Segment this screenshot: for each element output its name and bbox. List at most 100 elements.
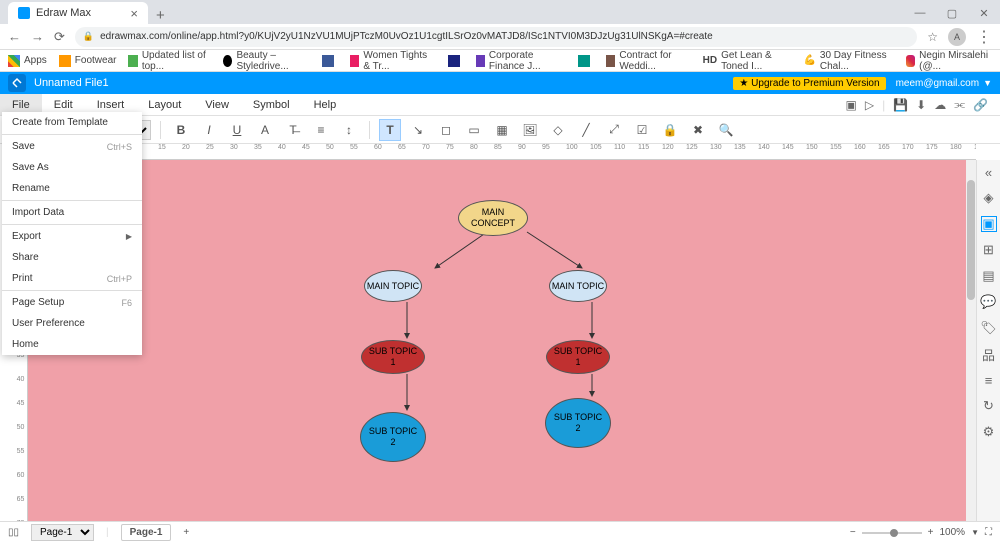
bookmark-item[interactable]: Women Tights & Tr...	[350, 50, 436, 72]
close-button[interactable]: ✕	[968, 2, 1000, 24]
maximize-button[interactable]: ▢	[936, 2, 968, 24]
font-color-button[interactable]: A	[254, 119, 276, 141]
new-tab-button[interactable]: +	[148, 7, 173, 24]
zoom-level[interactable]: 100%	[940, 527, 966, 538]
style-icon[interactable]: ◈	[981, 190, 997, 206]
spacing-button[interactable]: ↕	[338, 119, 360, 141]
search-icon[interactable]: 🔍	[715, 119, 737, 141]
panels-icon[interactable]: ▯▯	[8, 527, 19, 538]
connector-tool[interactable]: ↘	[407, 119, 429, 141]
chevron-down-icon[interactable]: ▼	[983, 78, 992, 88]
strikethrough-button[interactable]: T̶	[282, 119, 304, 141]
menu-layout[interactable]: Layout	[136, 94, 193, 115]
node-main-concept[interactable]: MAIN CONCEPT	[458, 200, 528, 236]
image-tool[interactable]: 🖼	[519, 119, 541, 141]
file-save[interactable]: SaveCtrl+S	[2, 136, 142, 157]
node-sub1-left[interactable]: SUB TOPIC1	[361, 340, 425, 374]
node-main-topic-left[interactable]: MAIN TOPIC	[364, 270, 422, 302]
zoom-out-button[interactable]: −	[850, 527, 856, 538]
menu-help[interactable]: Help	[302, 94, 349, 115]
node-sub2-left[interactable]: SUB TOPIC2	[360, 412, 426, 462]
file-home[interactable]: Home	[2, 334, 142, 355]
bookmark-item[interactable]: Footwear	[59, 55, 117, 67]
bookmark-item[interactable]	[322, 55, 338, 67]
collapse-icon[interactable]: «	[981, 164, 997, 180]
underline-button[interactable]: U	[226, 119, 248, 141]
chevron-down-icon[interactable]: ▼	[971, 528, 979, 537]
zoom-in-button[interactable]: +	[928, 527, 934, 538]
canvas[interactable]: MAIN CONCEPT MAIN TOPIC MAIN TOPIC SUB T…	[28, 160, 976, 521]
page-tab[interactable]: Page-1	[121, 524, 172, 541]
text-tool[interactable]: T	[379, 119, 401, 141]
node-sub2-right[interactable]: SUB TOPIC2	[545, 398, 611, 448]
tag-icon[interactable]: 🏷	[981, 320, 997, 336]
list-icon[interactable]: ≡	[981, 372, 997, 388]
bookmark-item[interactable]: HDGet Lean & Toned I...	[703, 50, 792, 72]
file-print[interactable]: PrintCtrl+P	[2, 268, 142, 289]
theme-icon[interactable]: ▣	[981, 216, 997, 232]
download-icon[interactable]: ⬇	[916, 98, 926, 112]
bold-button[interactable]: B	[170, 119, 192, 141]
node-sub1-right[interactable]: SUB TOPIC1	[546, 340, 610, 374]
add-page-button[interactable]: +	[183, 527, 189, 538]
user-email[interactable]: meem@gmail.com	[896, 78, 980, 89]
comment-icon[interactable]: 💬	[981, 294, 997, 310]
bookmark-item[interactable]	[448, 55, 464, 67]
checkbox-tool[interactable]: ☑	[631, 119, 653, 141]
bookmark-item[interactable]: 💪30 Day Fitness Chal...	[803, 50, 893, 72]
settings-icon[interactable]: ⚙	[981, 424, 997, 440]
file-user-pref[interactable]: User Preference	[2, 313, 142, 334]
node-main-topic-right[interactable]: MAIN TOPIC	[549, 270, 607, 302]
bookmark-item[interactable]: Negin Mirsalehi (@...	[906, 50, 992, 72]
link-icon[interactable]: 🔗	[973, 98, 988, 112]
file-save-as[interactable]: Save As	[2, 157, 142, 178]
lock-tool[interactable]: 🔒	[659, 119, 681, 141]
app-logo[interactable]	[8, 74, 26, 92]
filename[interactable]: Unnamed File1	[34, 77, 109, 89]
hierarchy-icon[interactable]: 品	[981, 346, 997, 362]
upgrade-button[interactable]: ★ Upgrade to Premium Version	[733, 77, 885, 90]
bookmark-item[interactable]	[578, 55, 594, 67]
bookmark-item[interactable]: Corporate Finance J...	[476, 50, 566, 72]
browser-tab[interactable]: Edraw Max ×	[8, 2, 148, 24]
file-create-template[interactable]: Create from Template	[2, 112, 142, 133]
tools-icon[interactable]: ✖	[687, 119, 709, 141]
line-tool[interactable]: ╱	[575, 119, 597, 141]
container-tool[interactable]: ▭	[463, 119, 485, 141]
bookmark-item[interactable]: Updated list of top...	[128, 50, 211, 72]
play-icon[interactable]: ▷	[865, 98, 874, 112]
bookmark-item[interactable]: Beauty – Styledrive...	[223, 50, 310, 72]
italic-button[interactable]: I	[198, 119, 220, 141]
zoom-slider[interactable]	[862, 532, 922, 534]
shape-tool[interactable]: ◻	[435, 119, 457, 141]
forward-button[interactable]: →	[31, 29, 44, 44]
menu-symbol[interactable]: Symbol	[241, 94, 302, 115]
file-rename[interactable]: Rename	[2, 178, 142, 199]
back-button[interactable]: ←	[8, 29, 21, 44]
bookmark-apps[interactable]: Apps	[8, 55, 47, 67]
minimize-button[interactable]: —	[904, 2, 936, 24]
share-icon[interactable]: ⫘	[954, 97, 965, 112]
history-icon[interactable]: ↻	[981, 398, 997, 414]
save-icon[interactable]: 💾	[893, 98, 908, 112]
menu-view[interactable]: View	[193, 94, 241, 115]
file-share[interactable]: Share	[2, 247, 142, 268]
file-export[interactable]: Export▶	[2, 226, 142, 247]
menu-icon[interactable]: ⋮	[976, 27, 992, 47]
eyedropper-tool[interactable]: ⤢	[603, 119, 625, 141]
file-import[interactable]: Import Data	[2, 202, 142, 223]
star-icon[interactable]: ☆	[927, 30, 938, 44]
presentation-icon[interactable]: ▣	[846, 98, 857, 112]
grid-icon[interactable]: ⊞	[981, 242, 997, 258]
layers-icon[interactable]: ▤	[981, 268, 997, 284]
close-icon[interactable]: ×	[130, 6, 138, 21]
reload-button[interactable]: ⟳	[54, 29, 65, 45]
bookmark-item[interactable]: Contract for Weddi...	[606, 50, 691, 72]
profile-avatar[interactable]: A	[948, 28, 966, 46]
cloud-icon[interactable]: ☁	[934, 98, 946, 112]
url-input[interactable]: 🔒 edrawmax.com/online/app.html?y0/KUjV2y…	[75, 27, 917, 47]
page-select[interactable]: Page-1	[31, 524, 94, 541]
file-page-setup[interactable]: Page SetupF6	[2, 292, 142, 313]
vertical-scrollbar[interactable]	[966, 160, 976, 521]
fullscreen-icon[interactable]: ⛶	[985, 527, 992, 538]
